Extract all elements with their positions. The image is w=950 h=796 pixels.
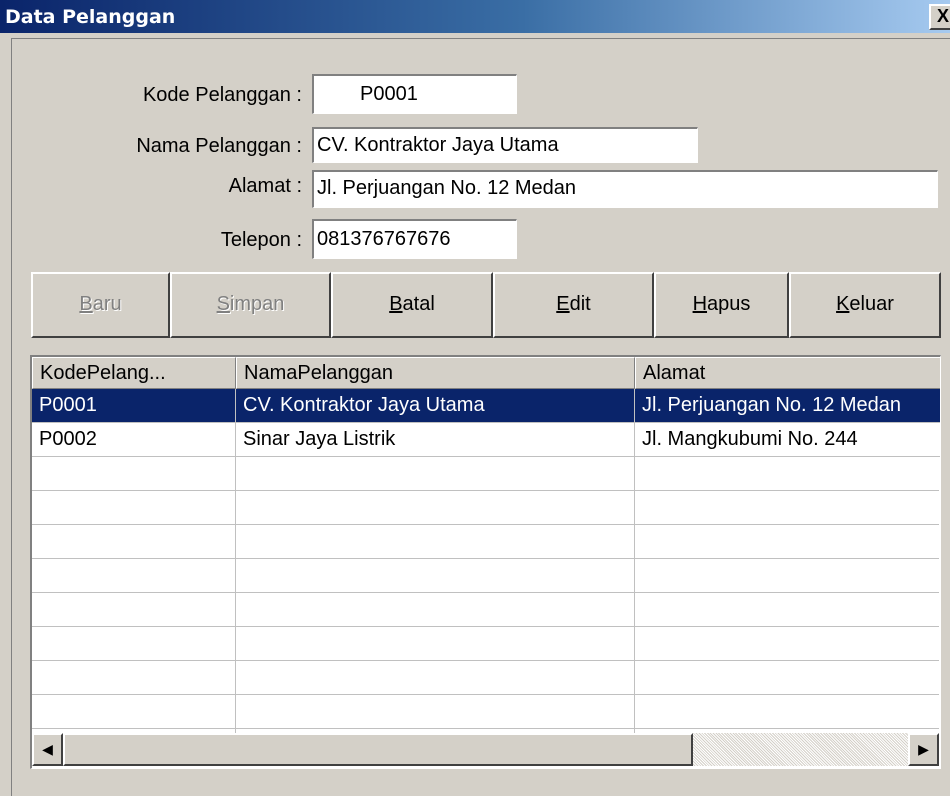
close-icon: X bbox=[937, 6, 950, 26]
kode-pelanggan-input[interactable]: P0001 bbox=[312, 74, 517, 114]
table-cell: P0001 bbox=[32, 389, 236, 423]
nama-pelanggan-input[interactable]: CV. Kontraktor Jaya Utama bbox=[312, 127, 698, 163]
table-cell: Jl. Mangkubumi No. 244 bbox=[635, 423, 940, 457]
arrow-right-icon: ▶ bbox=[918, 741, 929, 757]
telepon-label: Telepon : bbox=[220, 229, 302, 251]
table-row[interactable]: P0002 Sinar Jaya Listrik Jl. Mangkubumi … bbox=[32, 423, 940, 457]
alamat-label: Alamat : bbox=[228, 175, 302, 197]
column-header-nama[interactable]: NamaPelanggan bbox=[236, 357, 635, 389]
keluar-label: Keluar bbox=[836, 293, 894, 315]
title-bar[interactable]: Data Pelanggan X bbox=[0, 0, 950, 33]
scroll-right-button[interactable]: ▶ bbox=[908, 733, 939, 766]
grid-divider bbox=[32, 728, 939, 729]
close-button[interactable]: X bbox=[929, 4, 950, 30]
kode-pelanggan-label: Kode Pelanggan : bbox=[142, 84, 302, 106]
grid-divider bbox=[32, 524, 939, 525]
keluar-button[interactable]: Keluar bbox=[789, 272, 941, 338]
scroll-thumb[interactable] bbox=[63, 733, 693, 766]
table-cell: P0002 bbox=[32, 423, 236, 457]
table-cell: Jl. Perjuangan No. 12 Medan bbox=[635, 389, 940, 423]
grid-divider bbox=[32, 558, 939, 559]
table-cell: CV. Kontraktor Jaya Utama bbox=[236, 389, 635, 423]
arrow-left-icon: ◀ bbox=[42, 741, 53, 757]
baru-label: Baru bbox=[79, 293, 122, 315]
customer-grid[interactable]: KodePelang... NamaPelanggan Alamat P0001… bbox=[30, 355, 941, 769]
hapus-button[interactable]: Hapus bbox=[654, 272, 789, 338]
grid-divider bbox=[32, 490, 939, 491]
grid-divider bbox=[32, 694, 939, 695]
column-header-alamat[interactable]: Alamat bbox=[635, 357, 940, 389]
window-title: Data Pelanggan bbox=[5, 6, 176, 28]
baru-button[interactable]: Baru bbox=[31, 272, 170, 338]
grid-divider bbox=[32, 660, 939, 661]
scroll-track[interactable] bbox=[693, 733, 908, 766]
grid-divider bbox=[32, 626, 939, 627]
nama-pelanggan-label: Nama Pelanggan : bbox=[136, 135, 302, 157]
edit-label: Edit bbox=[556, 293, 591, 315]
column-header-kode[interactable]: KodePelang... bbox=[32, 357, 236, 389]
batal-label: Batal bbox=[389, 293, 435, 315]
edit-button[interactable]: Edit bbox=[493, 272, 654, 338]
table-row[interactable]: P0001 CV. Kontraktor Jaya Utama Jl. Perj… bbox=[32, 389, 940, 423]
horizontal-scrollbar[interactable]: ◀ ▶ bbox=[32, 733, 939, 766]
grid-divider bbox=[235, 457, 236, 733]
grid-divider bbox=[32, 592, 939, 593]
hapus-label: Hapus bbox=[692, 293, 751, 315]
scroll-left-button[interactable]: ◀ bbox=[32, 733, 63, 766]
grid-divider bbox=[634, 457, 635, 733]
simpan-label: Simpan bbox=[216, 293, 285, 315]
alamat-input[interactable]: Jl. Perjuangan No. 12 Medan bbox=[312, 170, 938, 208]
table-cell: Sinar Jaya Listrik bbox=[236, 423, 635, 457]
simpan-button[interactable]: Simpan bbox=[170, 272, 331, 338]
batal-button[interactable]: Batal bbox=[331, 272, 493, 338]
telepon-input[interactable]: 081376767676 bbox=[312, 219, 517, 259]
